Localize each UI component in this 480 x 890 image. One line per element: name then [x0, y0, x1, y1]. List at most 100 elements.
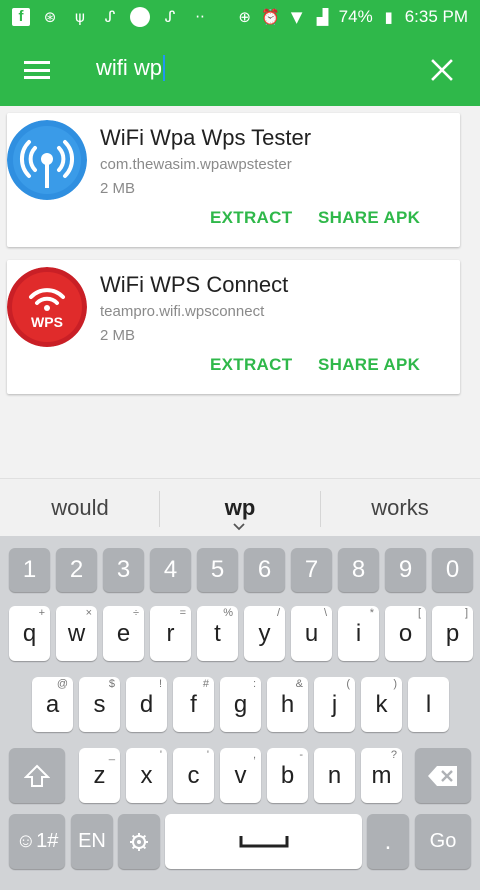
key-label: g — [233, 690, 248, 718]
suggestion-item[interactable]: would — [0, 479, 160, 537]
letter-key[interactable]: r = — [150, 606, 191, 661]
key-hint: ) — [393, 678, 397, 690]
key-label: q — [22, 619, 37, 647]
share-apk-button[interactable]: SHARE APK — [318, 208, 420, 228]
letter-key[interactable]: x ' — [126, 748, 167, 803]
space-icon — [239, 835, 288, 847]
letter-key[interactable]: o[ — [385, 606, 426, 661]
key-hint: , — [252, 749, 256, 761]
key-label: y — [258, 619, 271, 647]
key-label: i — [355, 619, 362, 647]
list-item[interactable]: WPS WiFi WPS Connect teampro.wifi.wpscon… — [7, 260, 460, 394]
letter-key[interactable]: s $ — [79, 677, 120, 732]
letter-key[interactable]: a @ — [32, 677, 73, 732]
number-key[interactable]: 2 — [56, 548, 97, 592]
key-label: 2 — [69, 556, 84, 583]
key-hint: * — [369, 607, 374, 619]
number-key[interactable]: 4 — [150, 548, 191, 592]
letter-key[interactable]: i * — [338, 606, 379, 661]
letter-key[interactable]: w × — [56, 606, 97, 661]
app-package: teampro.wifi.wpsconnect — [100, 303, 265, 320]
status-bar: f ⊛ ψ ᔑ ᔑ ·· ⊕ ⏰ ▼ ▟ 74% ▮ 6:35 PM — [0, 0, 480, 33]
key-hint: ? — [390, 749, 397, 761]
facebook-icon: f — [12, 7, 30, 26]
key-label: k — [375, 690, 388, 718]
suggestion-item[interactable]: works — [320, 479, 480, 537]
key-label: t — [214, 619, 221, 647]
key-label: c — [187, 761, 200, 789]
letter-key[interactable]: h & — [267, 677, 308, 732]
key-hint: [ — [417, 607, 421, 619]
key-label: s — [93, 690, 106, 718]
letter-key[interactable]: t% — [197, 606, 238, 661]
key-hint: % — [223, 607, 233, 619]
language-key[interactable]: EN — [71, 814, 113, 869]
number-key[interactable]: 8 — [338, 548, 379, 592]
chevron-down-icon[interactable] — [232, 522, 246, 532]
share-apk-button[interactable]: SHARE APK — [318, 355, 420, 375]
period-key[interactable]: . — [367, 814, 409, 869]
extract-button[interactable]: EXTRACT — [210, 355, 292, 375]
backspace-icon — [428, 765, 457, 786]
letter-key[interactable]: v, — [220, 748, 261, 803]
sync-icon: ᔑ — [164, 7, 176, 26]
letter-key[interactable]: u \ — [291, 606, 332, 661]
letter-key[interactable]: y / — [244, 606, 285, 661]
number-key[interactable]: 3 — [103, 548, 144, 592]
wps-logo-text: WPS — [31, 314, 63, 330]
key-label: h — [280, 690, 295, 718]
letter-key[interactable]: j( — [314, 677, 355, 732]
letter-key[interactable]: n — [314, 748, 355, 803]
key-hint: & — [295, 678, 303, 690]
letter-key[interactable]: e ÷ — [103, 606, 144, 661]
letter-key[interactable]: q + — [9, 606, 50, 661]
key-label: 5 — [210, 556, 225, 583]
search-query: wifi wp — [96, 55, 163, 80]
close-icon[interactable] — [430, 58, 454, 82]
letter-key[interactable]: d! — [126, 677, 167, 732]
letter-key[interactable]: g: — [220, 677, 261, 732]
number-key[interactable]: 1 — [9, 548, 50, 592]
letter-key[interactable]: m? — [361, 748, 402, 803]
key-hint: @ — [56, 678, 68, 690]
number-key[interactable]: 5 — [197, 548, 238, 592]
number-key[interactable]: 9 — [385, 548, 426, 592]
app-name: WiFi Wpa Wps Tester — [100, 125, 312, 150]
letter-key[interactable]: z _ — [79, 748, 120, 803]
key-label: v — [234, 761, 247, 789]
settings-key[interactable] — [118, 814, 160, 869]
alarm-icon: ⏰ — [261, 7, 280, 26]
letter-key[interactable]: b- — [267, 748, 308, 803]
key-label: p — [445, 619, 460, 647]
shift-icon — [24, 764, 50, 787]
shift-key[interactable] — [9, 748, 65, 803]
app-name: WiFi WPS Connect — [100, 272, 289, 297]
number-key[interactable]: 7 — [291, 548, 332, 592]
letter-key[interactable]: c ' — [173, 748, 214, 803]
number-key[interactable]: 0 — [432, 548, 473, 592]
go-key[interactable]: Go — [415, 814, 471, 869]
letter-key[interactable]: p] — [432, 606, 473, 661]
extract-button[interactable]: EXTRACT — [210, 208, 292, 228]
key-label: e — [116, 619, 131, 647]
key-hint: : — [252, 678, 256, 690]
list-item[interactable]: WiFi Wpa Wps Tester com.thewasim.wpawpst… — [7, 113, 460, 247]
key-label: l — [425, 690, 432, 718]
backspace-key[interactable] — [415, 748, 471, 803]
number-key[interactable]: 6 — [244, 548, 285, 592]
key-hint: $ — [108, 678, 115, 690]
letter-key[interactable]: k) — [361, 677, 402, 732]
letter-key[interactable]: f # — [173, 677, 214, 732]
letter-key[interactable]: l — [408, 677, 449, 732]
key-label: 6 — [257, 556, 272, 583]
key-label: w — [67, 619, 86, 647]
menu-icon[interactable] — [24, 61, 50, 79]
key-hint: ' — [159, 749, 162, 761]
key-hint: = — [179, 607, 186, 619]
search-input[interactable]: wifi wp — [96, 55, 166, 81]
spacebar-key[interactable] — [165, 814, 362, 869]
key-hint: ÷ — [132, 607, 139, 619]
key-hint: ! — [158, 678, 162, 690]
signal-icon: ▟ — [316, 7, 329, 26]
symbols-key[interactable]: ☺1# — [9, 814, 65, 869]
